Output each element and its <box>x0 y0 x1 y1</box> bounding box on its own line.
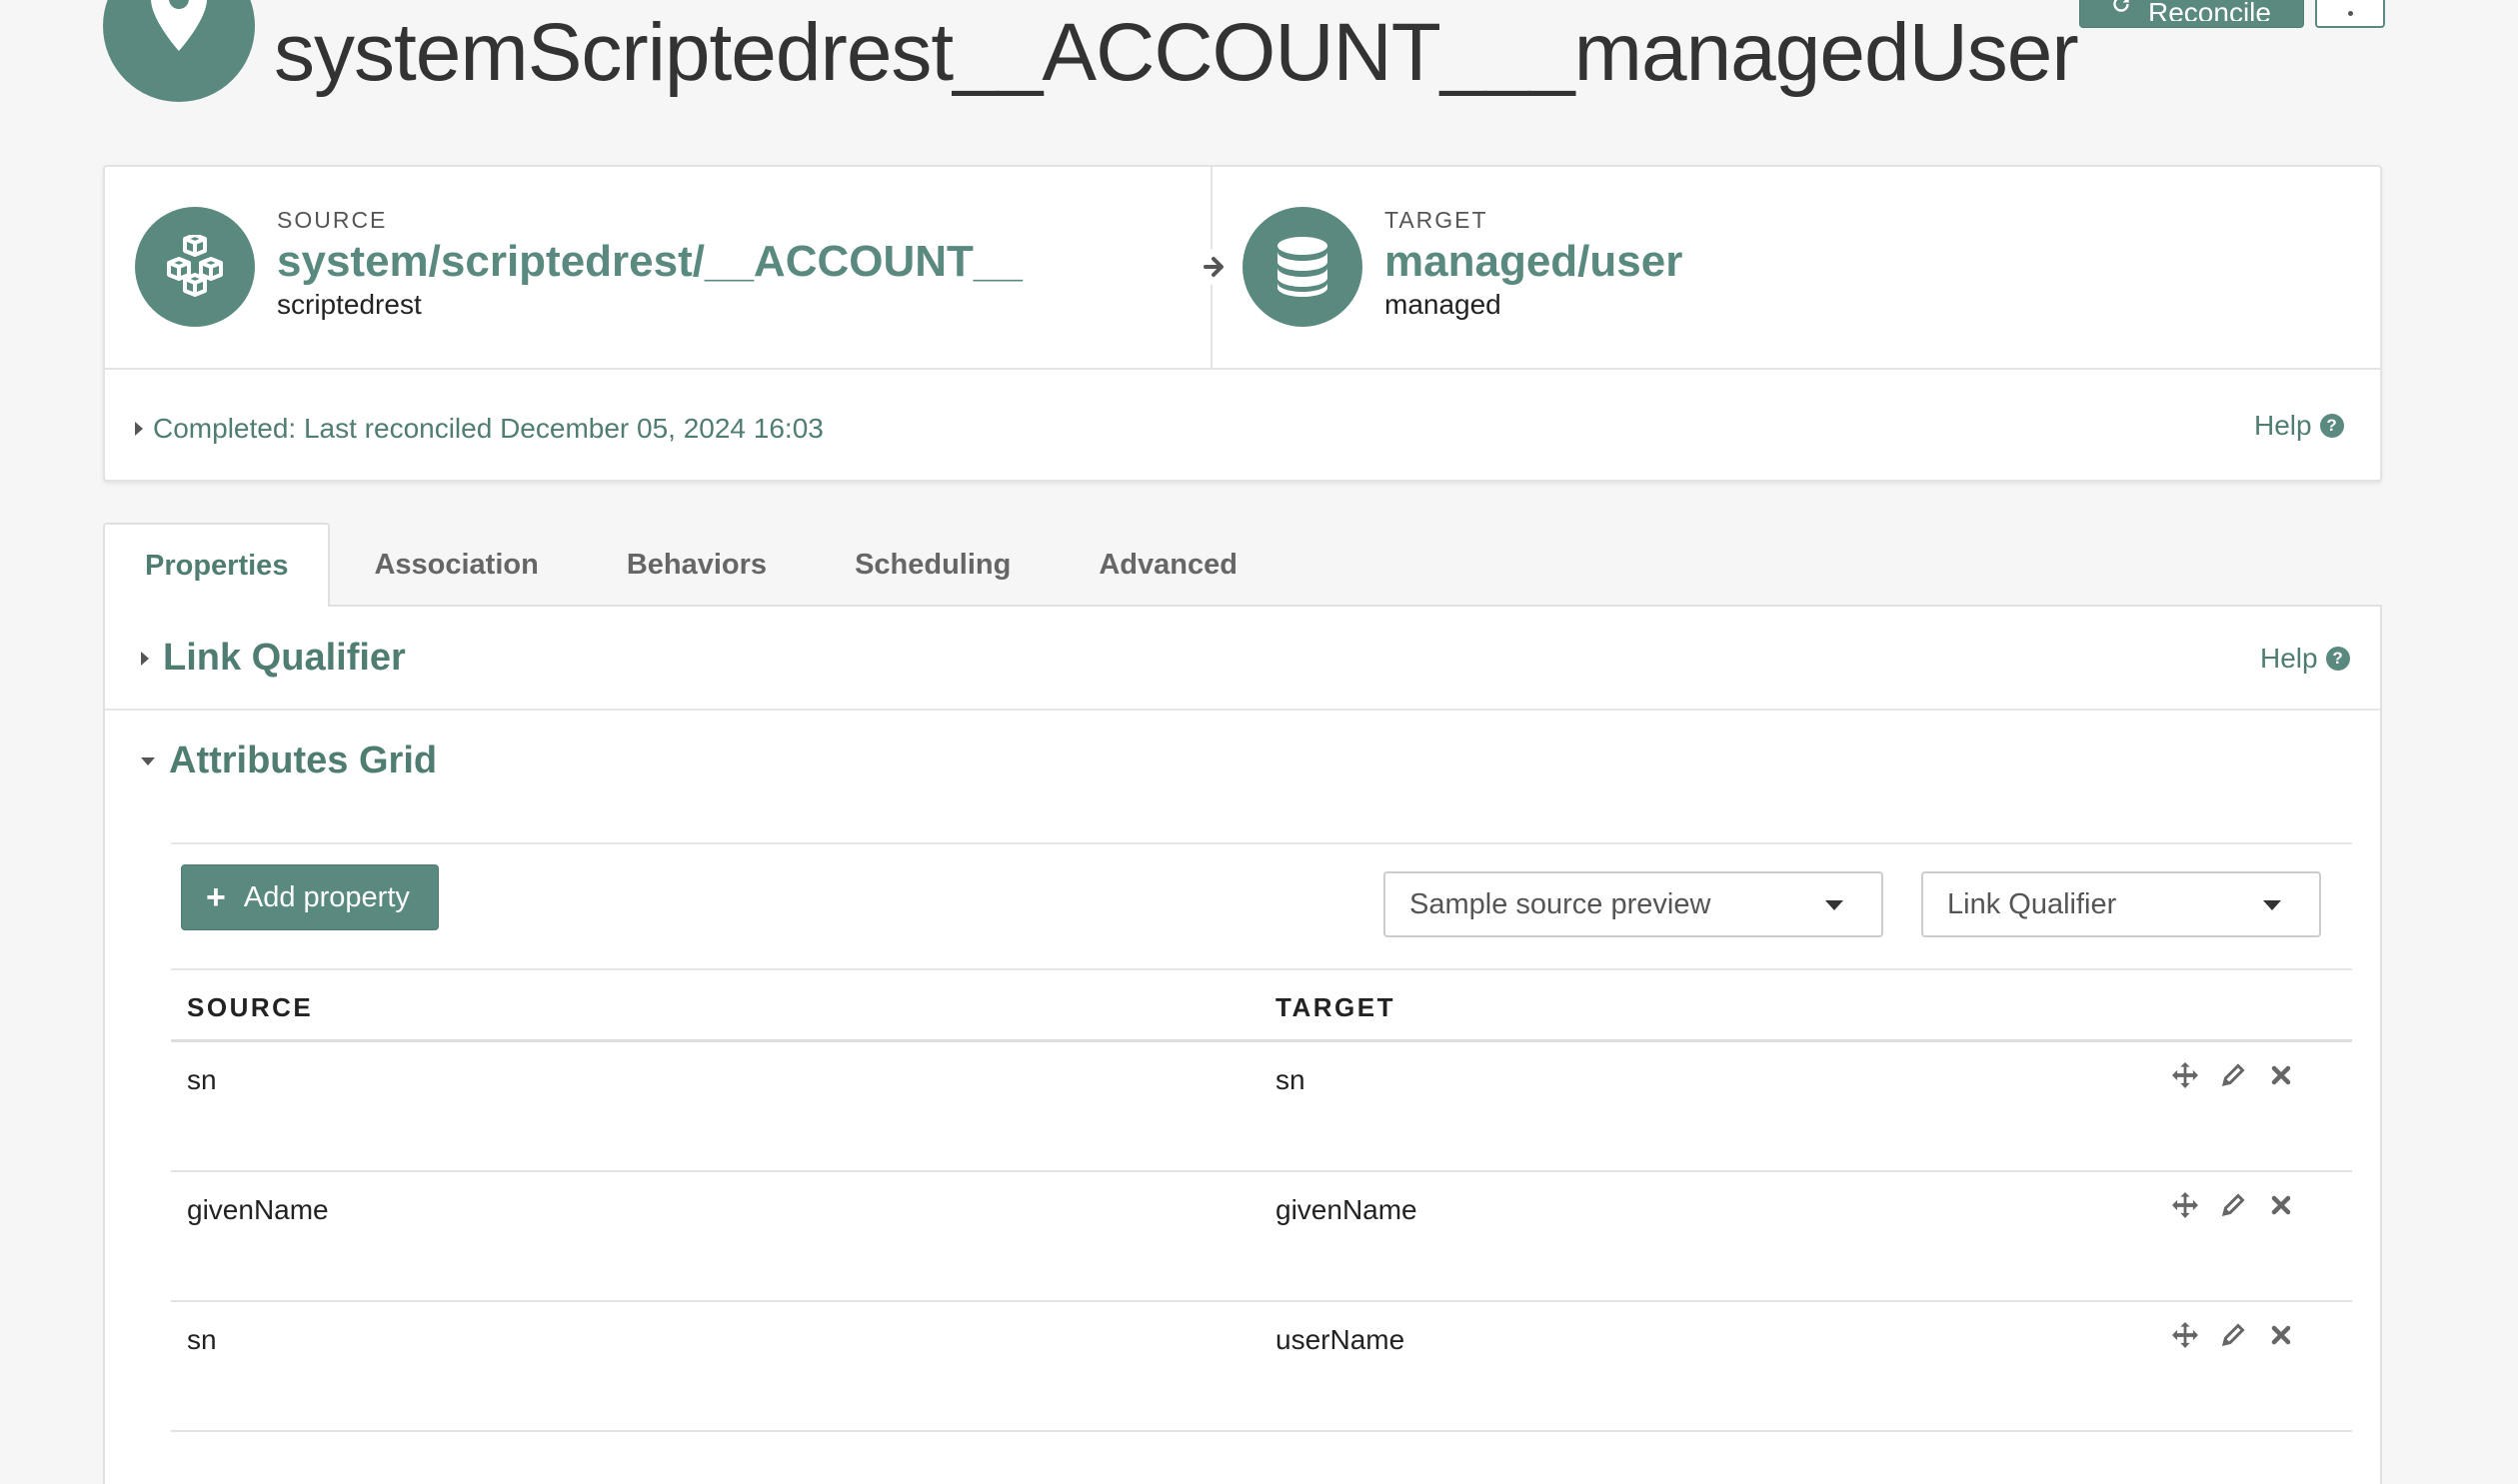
tab-bar: Properties Association Behaviors Schedul… <box>103 523 1281 607</box>
reconcile-status-text: Completed: Last reconciled December 05, … <box>153 413 824 444</box>
source-endpoint: SOURCE system/scriptedrest/__ACCOUNT__ s… <box>105 167 1213 368</box>
table-row[interactable]: sn sn <box>171 1042 2352 1172</box>
reconcile-status-bar: Completed: Last reconciled December 05, … <box>105 368 2380 482</box>
question-circle-icon: ? <box>2319 414 2344 438</box>
cubes-icon <box>135 207 255 327</box>
delete-icon[interactable] <box>2268 1322 2294 1348</box>
page-title: systemScriptedrest__ACCOUNT___managedUse… <box>274 7 2079 98</box>
link-qualifier-heading: Link Qualifier <box>163 637 406 679</box>
source-path[interactable]: system/scriptedrest/__ACCOUNT__ <box>277 237 1023 287</box>
attributes-table: SOURCE TARGET sn sn givenName givenName … <box>171 970 2352 1432</box>
column-header-source: SOURCE <box>187 992 314 1022</box>
link-qualifier-value: Link Qualifier <box>1947 887 2117 920</box>
tab-behaviors[interactable]: Behaviors <box>583 523 811 607</box>
pencil-icon[interactable] <box>2220 1062 2246 1088</box>
plus-icon: + <box>206 878 226 916</box>
sample-source-preview-select[interactable]: Sample source preview <box>1383 871 1883 937</box>
vertical-ellipsis-icon <box>2347 11 2353 16</box>
help-link[interactable]: Help ? <box>2254 410 2344 442</box>
table-header: SOURCE TARGET <box>171 970 2352 1042</box>
source-label: SOURCE <box>277 207 388 233</box>
map-marker-icon <box>103 0 255 102</box>
target-endpoint: TARGET managed/user managed <box>1213 167 2382 368</box>
reconcile-label: Reconcile <box>2148 0 2271 21</box>
row-actions <box>2172 1062 2294 1088</box>
move-icon[interactable] <box>2172 1322 2198 1348</box>
sample-source-preview-value: Sample source preview <box>1409 887 1711 920</box>
row-actions <box>2172 1322 2294 1348</box>
link-qualifier-section-toggle[interactable]: Link Qualifier <box>141 637 406 680</box>
question-circle-icon: ? <box>2325 647 2350 671</box>
reconcile-status-toggle[interactable]: Completed: Last reconciled December 05, … <box>135 413 824 445</box>
move-icon[interactable] <box>2172 1192 2198 1218</box>
target-cell: givenName <box>1275 1194 1417 1225</box>
chevron-down-icon <box>2263 900 2281 910</box>
properties-panel: Link Qualifier Help ? Attributes Grid + … <box>103 605 2382 1484</box>
pencil-icon[interactable] <box>2220 1322 2246 1348</box>
refresh-icon <box>2108 0 2134 21</box>
tab-scheduling[interactable]: Scheduling <box>811 523 1055 607</box>
source-cell: sn <box>187 1064 217 1095</box>
grid-toolbar: + Add property Sample source preview Lin… <box>171 842 2352 970</box>
caret-right-icon <box>141 651 149 666</box>
help-label: Help <box>2254 410 2312 441</box>
link-qualifier-help-link[interactable]: Help ? <box>2260 643 2350 675</box>
target-cell: sn <box>1275 1064 1305 1095</box>
target-path[interactable]: managed/user <box>1384 237 1682 287</box>
attributes-grid-heading: Attributes Grid <box>169 740 438 781</box>
delete-icon[interactable] <box>2268 1062 2294 1088</box>
target-label: TARGET <box>1384 207 1488 233</box>
add-property-button[interactable]: + Add property <box>181 864 439 930</box>
mapping-card: SOURCE system/scriptedrest/__ACCOUNT__ s… <box>103 165 2382 482</box>
section-divider <box>105 709 2380 711</box>
tab-advanced[interactable]: Advanced <box>1055 523 1281 607</box>
help-label: Help <box>2260 643 2318 674</box>
attributes-grid-section-toggle[interactable]: Attributes Grid <box>141 740 437 782</box>
add-property-label: Add property <box>243 880 410 913</box>
database-icon <box>1243 207 1362 327</box>
tab-properties[interactable]: Properties <box>103 523 331 607</box>
target-cell: userName <box>1275 1324 1405 1355</box>
source-connector-name: scriptedrest <box>277 289 422 320</box>
source-cell: sn <box>187 1324 217 1355</box>
pencil-icon[interactable] <box>2220 1192 2246 1218</box>
page-header: systemScriptedrest__ACCOUNT___managedUse… <box>103 0 2385 130</box>
link-qualifier-select[interactable]: Link Qualifier <box>1921 871 2321 937</box>
caret-right-icon <box>135 422 143 436</box>
table-row[interactable]: givenName givenName <box>171 1172 2352 1302</box>
tab-association[interactable]: Association <box>330 523 582 607</box>
column-header-target: TARGET <box>1275 992 1395 1022</box>
chevron-down-icon <box>1825 900 1843 910</box>
table-row[interactable]: sn userName <box>171 1302 2352 1432</box>
target-connector-name: managed <box>1384 289 1501 320</box>
move-icon[interactable] <box>2172 1062 2198 1088</box>
row-actions <box>2172 1192 2294 1218</box>
more-options-button[interactable] <box>2315 0 2385 28</box>
delete-icon[interactable] <box>2268 1192 2294 1218</box>
reconcile-button[interactable]: Reconcile <box>2079 0 2304 28</box>
source-cell: givenName <box>187 1194 329 1225</box>
caret-down-icon <box>141 756 155 765</box>
